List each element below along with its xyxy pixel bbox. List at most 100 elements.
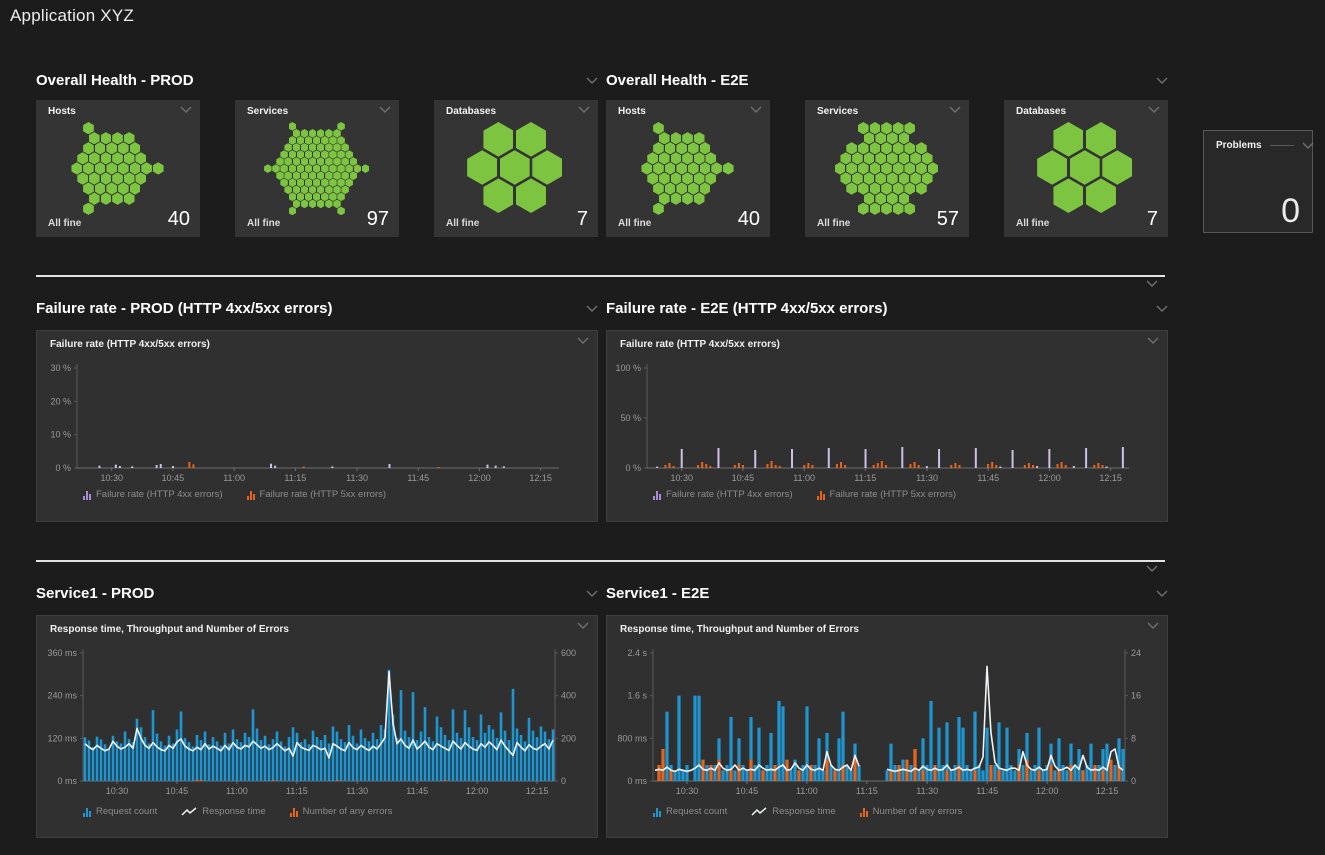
hexagon-healthy: [893, 122, 904, 134]
hexagon-healthy: [124, 132, 135, 144]
svg-text:11:15: 11:15: [854, 473, 876, 483]
chevron-down-icon[interactable]: [586, 305, 598, 312]
hexagon-healthy: [341, 171, 348, 180]
failure-rate-chart-e2e[interactable]: 100 %50 %0 %10:3010:4511:0011:1511:3011:…: [607, 355, 1167, 485]
hexagon-healthy: [141, 162, 152, 174]
hexagon-healthy: [916, 162, 927, 174]
legend-item[interactable]: Number of any errors: [860, 806, 963, 817]
hexagon-healthy: [71, 162, 82, 174]
hexagon-healthy: [350, 157, 357, 166]
chevron-down-icon[interactable]: [750, 106, 762, 113]
line-series-icon: [751, 807, 767, 817]
hexagon-healthy: [341, 185, 348, 194]
hexagon-healthy: [858, 162, 869, 174]
legend-label: Response time: [202, 806, 265, 817]
chevron-down-icon[interactable]: [180, 106, 192, 113]
hexagon-healthy: [297, 164, 304, 173]
chevron-down-icon[interactable]: [1302, 142, 1314, 149]
legend-item[interactable]: Request count: [83, 806, 157, 817]
legend-item[interactable]: Failure rate (HTTP 5xx errors): [817, 489, 957, 500]
hexagon-healthy: [899, 172, 910, 184]
service-chart-e2e[interactable]: 2.4 s1.6 s800 ms0 ms24168010:3010:4511:0…: [607, 640, 1167, 800]
hexagon-healthy: [870, 182, 881, 194]
hexagon-healthy: [846, 142, 857, 154]
chevron-down-icon[interactable]: [1147, 337, 1159, 344]
hexagon-healthy: [317, 185, 324, 194]
legend-item[interactable]: Number of any errors: [290, 806, 393, 817]
problems-tile[interactable]: Problems 0: [1203, 130, 1313, 233]
tile-status: All fine: [618, 218, 651, 229]
health-tile[interactable]: Services All fine 57: [805, 100, 969, 237]
chevron-down-icon[interactable]: [1148, 106, 1160, 113]
hexagon-healthy: [313, 136, 320, 145]
svg-text:11:30: 11:30: [346, 786, 368, 796]
health-tile[interactable]: Services All fine 97: [235, 100, 399, 237]
hexagon-healthy: [101, 192, 112, 204]
hexagon-healthy: [83, 162, 94, 174]
hexagon-healthy: [89, 172, 100, 184]
hexagon-healthy: [301, 185, 308, 194]
svg-text:12:00: 12:00: [468, 473, 491, 483]
legend-item[interactable]: Failure rate (HTTP 5xx errors): [247, 489, 387, 500]
hexagon-healthy: [682, 152, 693, 164]
chevron-down-icon[interactable]: [586, 77, 598, 84]
problems-trend-placeholder: [1270, 145, 1294, 146]
hexagon-healthy: [904, 142, 915, 154]
chevron-down-icon[interactable]: [586, 590, 598, 597]
svg-text:100 %: 100 %: [615, 363, 641, 373]
chevron-down-icon[interactable]: [578, 106, 590, 113]
hexagon-healthy: [858, 182, 869, 194]
health-tile[interactable]: Databases All fine 7: [1004, 100, 1168, 237]
hexagon-healthy: [840, 172, 851, 184]
chevron-down-icon[interactable]: [1146, 565, 1158, 572]
hexagon-healthy: [309, 185, 316, 194]
hexagon-healthy: [665, 182, 676, 194]
hexagon-healthy: [337, 192, 344, 201]
svg-text:400: 400: [561, 691, 576, 701]
hexagon-healthy: [135, 172, 146, 184]
chevron-down-icon[interactable]: [949, 106, 961, 113]
svg-text:30 %: 30 %: [50, 363, 71, 373]
bar-series-icon: [290, 807, 298, 817]
legend-item[interactable]: Request count: [653, 806, 727, 817]
svg-text:11:30: 11:30: [346, 473, 368, 483]
hexagon-healthy: [77, 172, 88, 184]
service-chart-prod[interactable]: 360 ms240 ms120 ms0 ms600400200010:3010:…: [37, 640, 597, 800]
hexagon-healthy: [864, 192, 875, 204]
chevron-down-icon[interactable]: [1156, 77, 1168, 84]
hexagon-healthy: [264, 164, 271, 173]
chevron-down-icon[interactable]: [577, 622, 589, 629]
tile-count: 40: [168, 209, 190, 229]
legend-item[interactable]: Response time: [751, 806, 835, 817]
legend-item[interactable]: Failure rate (HTTP 4xx errors): [653, 489, 793, 500]
svg-text:0 %: 0 %: [625, 463, 641, 473]
legend-item[interactable]: Failure rate (HTTP 4xx errors): [83, 489, 223, 500]
hexagon-healthy: [329, 164, 336, 173]
hexagon-healthy: [313, 192, 320, 201]
hexagon-healthy: [106, 182, 117, 194]
chevron-down-icon[interactable]: [577, 337, 589, 344]
svg-text:11:45: 11:45: [406, 786, 428, 796]
hexagon-healthy: [321, 136, 328, 145]
chevron-down-icon[interactable]: [379, 106, 391, 113]
hexagon-healthy: [881, 122, 892, 134]
chevron-down-icon[interactable]: [1156, 590, 1168, 597]
hexagon-healthy: [1053, 178, 1083, 213]
chevron-down-icon[interactable]: [1147, 622, 1159, 629]
health-tile[interactable]: Hosts All fine 40: [606, 100, 770, 237]
legend-item[interactable]: Response time: [181, 806, 265, 817]
failure-rate-chart-prod[interactable]: 30 %20 %10 %0 %10:3010:4511:0011:1511:30…: [37, 355, 597, 485]
legend-label: Number of any errors: [873, 806, 963, 817]
hexagon-healthy: [922, 152, 933, 164]
health-tile[interactable]: Databases All fine 7: [434, 100, 598, 237]
hexagon-healthy: [101, 152, 112, 164]
chevron-down-icon[interactable]: [1156, 305, 1168, 312]
health-tile[interactable]: Hosts All fine 40: [36, 100, 200, 237]
svg-text:10:45: 10:45: [736, 786, 759, 796]
problems-label: Problems: [1216, 140, 1262, 151]
hexagon-healthy: [904, 122, 915, 134]
legend-label: Response time: [772, 806, 835, 817]
hexagon-healthy: [325, 185, 332, 194]
hexagon-healthy: [321, 178, 328, 187]
chevron-down-icon[interactable]: [1146, 280, 1158, 287]
